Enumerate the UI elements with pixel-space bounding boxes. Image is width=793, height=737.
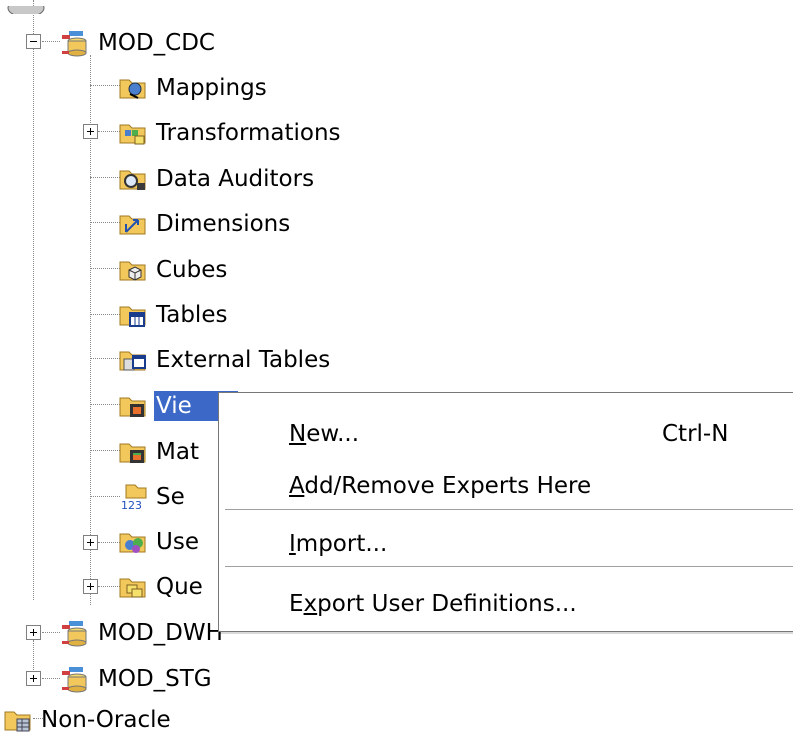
user-types-folder-icon <box>118 528 148 556</box>
views-folder-icon <box>118 392 148 420</box>
tree-node-mappings[interactable]: Mappings <box>118 73 269 103</box>
tree-node-transformations[interactable]: Transformations <box>118 118 343 148</box>
tree-node-mod-dwh[interactable]: MOD_DWH <box>60 618 225 648</box>
sequences-folder-icon: 123 <box>118 483 148 511</box>
expand-user-types-toggle[interactable] <box>83 535 98 550</box>
tables-folder-icon <box>118 301 148 329</box>
mappings-folder-icon <box>118 74 148 102</box>
tree-node-label: Dimensions <box>156 211 291 237</box>
tree-node-label: Non-Oracle <box>41 707 171 733</box>
tree-node-label: Cubes <box>156 257 228 283</box>
tree-node-tables[interactable]: Tables <box>118 300 229 330</box>
external-tables-folder-icon <box>118 346 148 374</box>
expand-mod-dwh-toggle[interactable] <box>26 625 41 640</box>
queues-folder-icon <box>118 573 148 601</box>
dimensions-folder-icon <box>118 210 148 238</box>
tree-node-sequences[interactable]: 123 Se <box>118 482 187 512</box>
menu-separator <box>225 566 793 567</box>
tree-node-label: Que <box>156 574 203 600</box>
non-oracle-folder-icon <box>3 706 33 734</box>
tree-node-data-auditors[interactable]: Data Auditors <box>118 164 316 194</box>
menu-item-export-user-definitions[interactable]: Export User Definitions... <box>219 583 793 627</box>
database-module-icon <box>60 665 90 693</box>
tree-node-mod-cdc[interactable]: MOD_CDC <box>60 28 217 58</box>
transformations-folder-icon <box>118 119 148 147</box>
menu-item-label: Export User Definitions... <box>289 591 577 617</box>
tree-node-label: Tables <box>156 302 228 328</box>
menu-item-label: New... <box>289 421 360 447</box>
tree-node-label: MOD_CDC <box>98 30 215 56</box>
tree-node-label: Data Auditors <box>156 166 315 192</box>
tree-node-label: Se <box>156 484 185 510</box>
tree-node-label: MOD_STG <box>98 666 212 692</box>
tree-node-user-types[interactable]: Use <box>118 527 201 557</box>
tree-node-label: External Tables <box>156 347 331 373</box>
tree-node-label: Transformations <box>156 120 341 146</box>
tree-node-label: Mappings <box>156 75 267 101</box>
tree-node-cubes[interactable]: Cubes <box>118 255 229 285</box>
expand-queues-toggle[interactable] <box>83 579 98 594</box>
svg-text:123: 123 <box>121 499 142 511</box>
tree-node-label: Mat <box>156 439 199 465</box>
menu-item-label: Import... <box>289 531 388 557</box>
menu-item-new[interactable]: New... Ctrl-N <box>219 413 793 457</box>
collapse-mod-cdc-toggle[interactable] <box>26 34 41 49</box>
database-module-icon <box>60 619 90 647</box>
tree-node-materialized-views[interactable]: Mat <box>118 437 201 467</box>
tree-node-dimensions[interactable]: Dimensions <box>118 209 292 239</box>
tree-node-queues[interactable]: Que <box>118 572 205 602</box>
menu-item-add-remove-experts[interactable]: Add/Remove Experts Here <box>219 465 793 509</box>
database-module-icon <box>60 29 90 57</box>
tree-node-external-tables[interactable]: External Tables <box>118 345 332 375</box>
menu-item-label: Add/Remove Experts Here <box>289 473 592 499</box>
menu-separator <box>225 509 793 510</box>
cut-off-tree-icon <box>2 0 52 14</box>
menu-item-shortcut: Ctrl-N <box>662 421 729 447</box>
tree-node-mod-stg[interactable]: MOD_STG <box>60 664 214 694</box>
data-auditors-folder-icon <box>118 165 148 193</box>
expand-transformations-toggle[interactable] <box>83 124 98 139</box>
cubes-folder-icon <box>118 256 148 284</box>
tree-node-label: MOD_DWH <box>98 620 223 646</box>
menu-item-import[interactable]: Import... <box>219 523 793 567</box>
tree-node-label: Use <box>156 529 199 555</box>
tree-node-non-oracle[interactable]: Non-Oracle <box>3 705 173 735</box>
context-menu: New... Ctrl-N Add/Remove Experts Here Im… <box>218 392 793 632</box>
materialized-views-folder-icon <box>118 438 148 466</box>
expand-mod-stg-toggle[interactable] <box>26 671 41 686</box>
